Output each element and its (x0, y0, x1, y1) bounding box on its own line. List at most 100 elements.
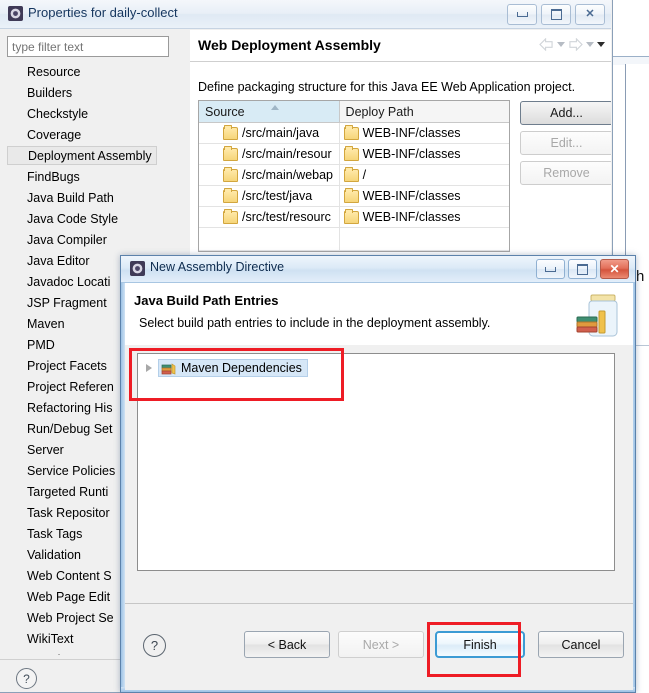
sidebar-item-builders[interactable]: Builders (7, 83, 185, 104)
table-body: /src/main/java WEB-INF/classes/src/main/r… (199, 123, 509, 251)
table-empty-row (199, 228, 509, 251)
sidebar-item-java-build-path[interactable]: Java Build Path (7, 188, 185, 209)
folder-icon (343, 124, 359, 140)
cell-source: /src/main/resour (199, 144, 340, 164)
folder-icon (343, 187, 359, 203)
column-header-source[interactable]: Source (199, 101, 340, 123)
cell-deploy-path: WEB-INF/classes (340, 186, 509, 206)
folder-icon (343, 208, 359, 224)
minimize-icon (516, 12, 528, 17)
minimize-button[interactable] (507, 4, 537, 25)
cell-source-label: /src/main/resour (242, 147, 332, 161)
column-header-deploy-path[interactable]: Deploy Path (339, 101, 509, 123)
page-description: Define packaging structure for this Java… (198, 80, 576, 94)
cell-source-label: /src/main/webap (242, 168, 334, 182)
help-icon[interactable]: ? (143, 634, 166, 657)
folder-icon (223, 124, 238, 140)
dialog-subheading: Select build path entries to include in … (139, 316, 491, 330)
sidebar-item-java-compiler[interactable]: Java Compiler (7, 230, 185, 251)
view-menu-chevron-down-icon[interactable] (597, 42, 605, 47)
dialog-maximize-button[interactable] (568, 259, 597, 279)
dialog-minimize-button[interactable] (536, 259, 565, 279)
sidebar-item-checkstyle[interactable]: Checkstyle (7, 104, 185, 125)
cell-deploy-path: WEB-INF/classes (340, 207, 509, 227)
maximize-button[interactable] (541, 4, 571, 25)
eclipse-icon (130, 261, 145, 276)
cell-source: /src/main/java (199, 123, 340, 143)
annotation-box-maven-dependencies (129, 348, 344, 401)
cell-deploy-path: / (340, 165, 509, 185)
new-assembly-directive-dialog: New Assembly Directive ✕ Java Build Path… (120, 255, 636, 693)
folder-icon (223, 145, 238, 161)
page-header: Web Deployment Assembly (190, 30, 611, 62)
next-button: Next > (338, 631, 424, 658)
cell-source-label: /src/test/java (242, 189, 313, 203)
sidebar-item-resource[interactable]: Resource (7, 62, 185, 83)
cell-deploy-path-label: WEB-INF/classes (362, 126, 461, 140)
forward-chevron-down-icon[interactable] (586, 42, 594, 47)
cell-deploy-path-label: WEB-INF/classes (362, 147, 461, 161)
back-button[interactable]: < Back (244, 631, 330, 658)
sidebar-item-deployment-assembly[interactable]: Deployment Assembly (7, 146, 157, 165)
screen-root: h Properties for daily-collect ✕ type fi… (0, 0, 649, 693)
page-nav-controls (539, 38, 605, 51)
sidebar-item-findbugs[interactable]: FindBugs (7, 167, 185, 188)
add-button[interactable]: Add... (520, 101, 611, 125)
dialog-footer: ? < Back Next > Finish Cancel (125, 603, 633, 690)
folder-icon (223, 208, 238, 224)
eclipse-icon (8, 6, 23, 21)
dialog-titlebar[interactable]: New Assembly Directive ✕ (121, 256, 635, 283)
sidebar-item-coverage[interactable]: Coverage (7, 125, 185, 146)
close-icon: ✕ (585, 8, 595, 20)
sidebar-item-wrapper: Deployment Assembly (7, 146, 185, 167)
forward-arrow-icon[interactable] (568, 38, 583, 51)
cancel-button[interactable]: Cancel (538, 631, 624, 658)
dialog-close-button[interactable]: ✕ (600, 259, 629, 279)
cell-deploy-path-label: / (362, 168, 367, 182)
properties-window-controls: ✕ (507, 4, 605, 25)
table-row[interactable]: /src/main/webap / (199, 165, 509, 186)
filter-input-wrapper[interactable] (7, 36, 169, 57)
folder-icon (223, 166, 238, 182)
back-chevron-down-icon[interactable] (557, 42, 565, 47)
cell-source-label: /src/test/resourc (242, 210, 331, 224)
remove-button: Remove (520, 161, 611, 185)
table-row[interactable]: /src/test/resourc WEB-INF/classes (199, 207, 509, 228)
background-panel-upper (625, 64, 649, 249)
table-row[interactable]: /src/test/java WEB-INF/classes (199, 186, 509, 207)
folder-icon (343, 145, 359, 161)
sidebar-item-java-code-style[interactable]: Java Code Style (7, 209, 185, 230)
cell-deploy-path: WEB-INF/classes (340, 123, 509, 143)
cell-source: /src/main/webap (199, 165, 340, 185)
cell-source (199, 228, 340, 250)
table-row[interactable]: /src/main/resour WEB-INF/classes (199, 144, 509, 165)
dialog-header: Java Build Path Entries Select build pat… (125, 283, 633, 346)
cell-source: /src/test/resourc (199, 207, 340, 227)
deployment-assembly-table[interactable]: Source Deploy Path /src/main/java WEB-INF… (198, 100, 510, 252)
maximize-icon (550, 9, 562, 20)
annotation-box-finish-button (427, 622, 521, 677)
back-arrow-icon[interactable] (539, 38, 554, 51)
table-header-row: Source Deploy Path (199, 101, 509, 123)
table-row[interactable]: /src/main/java WEB-INF/classes (199, 123, 509, 144)
folder-icon (343, 166, 359, 182)
minimize-icon (545, 266, 556, 272)
dialog-window-controls: ✕ (536, 259, 629, 279)
folder-icon (223, 187, 238, 203)
search-input[interactable] (8, 37, 168, 56)
page-title: Web Deployment Assembly (198, 37, 381, 53)
background-partial-text: h (636, 268, 645, 285)
jar-with-books-icon (576, 294, 618, 337)
cell-source: /src/test/java (199, 186, 340, 206)
cell-deploy-path: WEB-INF/classes (340, 144, 509, 164)
dialog-title: New Assembly Directive (150, 260, 285, 274)
dialog-heading: Java Build Path Entries (134, 293, 279, 308)
close-button[interactable]: ✕ (575, 4, 605, 25)
help-icon[interactable]: ? (16, 668, 37, 689)
sort-indicator-icon (271, 105, 279, 110)
cell-deploy-path (340, 228, 509, 250)
maximize-icon (577, 263, 588, 275)
edit-button: Edit... (520, 131, 611, 155)
properties-titlebar[interactable]: Properties for daily-collect ✕ (0, 0, 611, 29)
cell-deploy-path-label: WEB-INF/classes (362, 189, 461, 203)
